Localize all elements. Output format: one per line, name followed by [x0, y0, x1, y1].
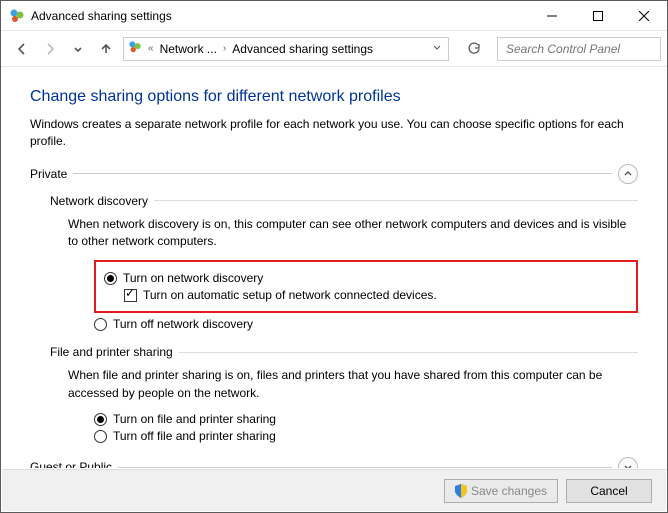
page-subtext: Windows creates a separate network profi… [30, 116, 638, 150]
radio-nd-off[interactable]: Turn off network discovery [94, 317, 638, 331]
breadcrumb-item-advanced[interactable]: Advanced sharing settings [232, 42, 373, 56]
radio-icon [104, 272, 117, 285]
up-button[interactable] [95, 38, 117, 60]
close-button[interactable] [621, 1, 667, 30]
back-button[interactable] [11, 38, 33, 60]
app-icon-small [128, 40, 142, 57]
navbar: « Network ... › Advanced sharing setting… [1, 31, 667, 67]
radio-nd-on[interactable]: Turn on network discovery [104, 271, 628, 285]
radio-icon [94, 430, 107, 443]
checkbox-auto-setup-label: Turn on automatic setup of network conne… [143, 288, 437, 302]
file-printer-desc: When file and printer sharing is on, fil… [68, 367, 638, 402]
checkbox-auto-setup[interactable]: Turn on automatic setup of network conne… [124, 288, 628, 302]
cancel-button[interactable]: Cancel [566, 479, 652, 503]
subsection-network-discovery: Network discovery When network discovery… [50, 194, 638, 332]
maximize-button[interactable] [575, 1, 621, 30]
highlight-box: Turn on network discovery Turn on automa… [94, 260, 638, 313]
chevron-right-icon[interactable]: › [221, 43, 228, 54]
bottom-bar: Save changes Cancel [2, 469, 666, 511]
expand-icon[interactable] [618, 457, 638, 468]
save-button-label: Save changes [471, 484, 547, 498]
radio-fp-off[interactable]: Turn off file and printer sharing [94, 429, 638, 443]
collapse-icon[interactable] [618, 164, 638, 184]
section-private-label: Private [30, 167, 67, 181]
page-heading: Change sharing options for different net… [30, 88, 638, 106]
recent-dropdown[interactable] [67, 38, 89, 60]
window-title: Advanced sharing settings [31, 9, 529, 23]
address-bar[interactable]: « Network ... › Advanced sharing setting… [123, 37, 449, 61]
checkbox-icon [124, 289, 137, 302]
radio-fp-off-label: Turn off file and printer sharing [113, 429, 276, 443]
network-discovery-label: Network discovery [50, 194, 148, 208]
breadcrumb-root-chevron[interactable]: « [146, 43, 156, 54]
address-dropdown[interactable] [430, 42, 444, 55]
save-changes-button[interactable]: Save changes [444, 479, 558, 503]
radio-icon [94, 413, 107, 426]
radio-nd-on-label: Turn on network discovery [123, 271, 263, 285]
radio-fp-on[interactable]: Turn on file and printer sharing [94, 412, 638, 426]
radio-icon [94, 318, 107, 331]
search-box[interactable] [497, 37, 661, 61]
network-discovery-desc: When network discovery is on, this compu… [68, 216, 638, 251]
minimize-button[interactable] [529, 1, 575, 30]
content-area: Change sharing options for different net… [2, 68, 666, 468]
breadcrumb-item-network[interactable]: Network ... [160, 42, 217, 56]
titlebar: Advanced sharing settings [1, 1, 667, 31]
forward-button[interactable] [39, 38, 61, 60]
section-guest-header[interactable]: Guest or Public [30, 457, 638, 468]
radio-nd-off-label: Turn off network discovery [113, 317, 253, 331]
section-private-header[interactable]: Private [30, 164, 638, 184]
refresh-button[interactable] [461, 37, 487, 61]
app-icon [9, 8, 25, 24]
shield-icon [455, 484, 467, 498]
radio-fp-on-label: Turn on file and printer sharing [113, 412, 276, 426]
subsection-file-printer: File and printer sharing When file and p… [50, 345, 638, 443]
cancel-button-label: Cancel [590, 484, 627, 498]
file-printer-label: File and printer sharing [50, 345, 173, 359]
section-guest-label: Guest or Public [30, 460, 112, 468]
search-input[interactable] [504, 41, 665, 57]
